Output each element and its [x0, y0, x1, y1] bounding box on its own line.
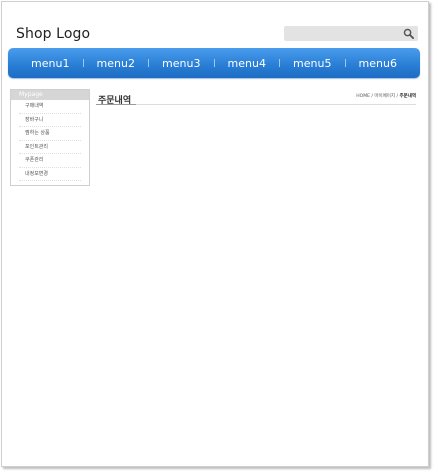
breadcrumb-current: 주문내역	[399, 94, 416, 99]
title-divider	[96, 104, 416, 105]
sidebar-item-coupons[interactable]: 쿠폰관리	[19, 154, 81, 168]
title-divider-accent	[96, 104, 136, 105]
sidebar-item-points[interactable]: 포인트관리	[19, 141, 81, 154]
sidebar-menu: 구매내역 장바구니 찜하는 상품 포인트관리 쿠폰관리 내정보변경	[11, 100, 89, 181]
breadcrumb-mypage[interactable]: 마이페이지	[374, 94, 395, 99]
main-nav: menu1 menu2 menu3 menu4 menu5 menu6	[8, 48, 420, 78]
nav-item-menu5[interactable]: menu5	[280, 57, 345, 70]
mypage-sidebar: Mypage 구매내역 장바구니 찜하는 상품 포인트관리 쿠폰관리 내정보변경	[10, 89, 90, 186]
search-box[interactable]	[284, 26, 418, 41]
nav-item-menu4[interactable]: menu4	[215, 57, 280, 70]
nav-item-menu1[interactable]: menu1	[18, 57, 83, 70]
nav-item-menu6[interactable]: menu6	[346, 57, 411, 70]
breadcrumb: HOME / 마이페이지 / 주문내역	[356, 93, 416, 99]
nav-item-menu3[interactable]: menu3	[149, 57, 214, 70]
sidebar-title: Mypage	[11, 90, 89, 100]
breadcrumb-home[interactable]: HOME	[356, 94, 370, 99]
sidebar-item-cart[interactable]: 장바구니	[19, 114, 81, 127]
search-icon[interactable]	[403, 28, 414, 39]
sidebar-item-orders[interactable]: 구매내역	[19, 100, 81, 114]
shop-logo[interactable]: Shop Logo	[16, 26, 90, 42]
nav-item-menu2[interactable]: menu2	[84, 57, 149, 70]
sidebar-item-wishlist[interactable]: 찜하는 상품	[19, 127, 81, 141]
sidebar-item-profile[interactable]: 내정보변경	[19, 168, 81, 181]
